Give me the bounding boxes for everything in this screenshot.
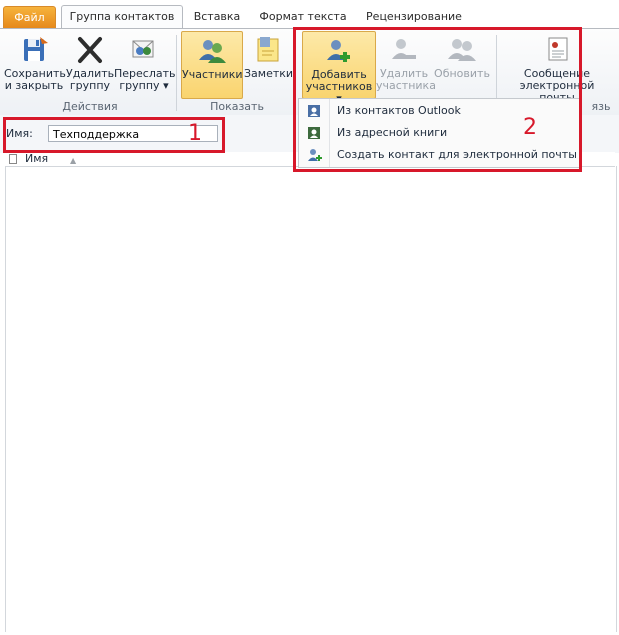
save-close-button[interactable]: Сохранить и закрыть (4, 31, 66, 97)
forward-group-label-2: группу ▾ (119, 79, 169, 92)
group-label-actions: Действия (62, 100, 118, 113)
delete-x-icon (78, 37, 102, 63)
notes-icon (257, 37, 279, 62)
tab-review[interactable]: Рецензирование (360, 6, 468, 28)
delete-group-button[interactable]: Удалить группу (66, 31, 114, 97)
save-icon (24, 37, 48, 61)
delete-group-label-2: группу (69, 79, 111, 92)
forward-group-button[interactable]: Переслать группу ▾ (114, 31, 176, 97)
ribbon-separator (176, 35, 177, 111)
annotation-number-1: 1 (188, 121, 202, 146)
highlight-box-2 (293, 27, 582, 172)
tab-format-text[interactable]: Формат текста (256, 6, 350, 28)
members-list[interactable] (5, 166, 617, 632)
column-name[interactable]: Имя (25, 152, 48, 166)
forward-envelope-icon (132, 40, 154, 58)
document-icon (9, 154, 17, 164)
members-icon (199, 40, 226, 63)
save-close-label-2: и закрыть (4, 79, 64, 92)
tab-file[interactable]: Файл (3, 6, 56, 29)
tab-contact-group[interactable]: Группа контактов (61, 5, 183, 29)
annotation-number-2: 2 (523, 115, 537, 140)
group-label-show: Показать (210, 100, 264, 113)
ribbon-tab-bar: Файл Группа контактов Вставка Формат тек… (0, 0, 619, 29)
members-button[interactable]: Участники (181, 31, 243, 99)
members-label: Участники (182, 68, 243, 81)
notes-label: Заметки (244, 67, 294, 80)
group-label-partial: язь (591, 100, 611, 113)
notes-button[interactable]: Заметки (244, 31, 294, 97)
tab-insert[interactable]: Вставка (188, 6, 246, 28)
